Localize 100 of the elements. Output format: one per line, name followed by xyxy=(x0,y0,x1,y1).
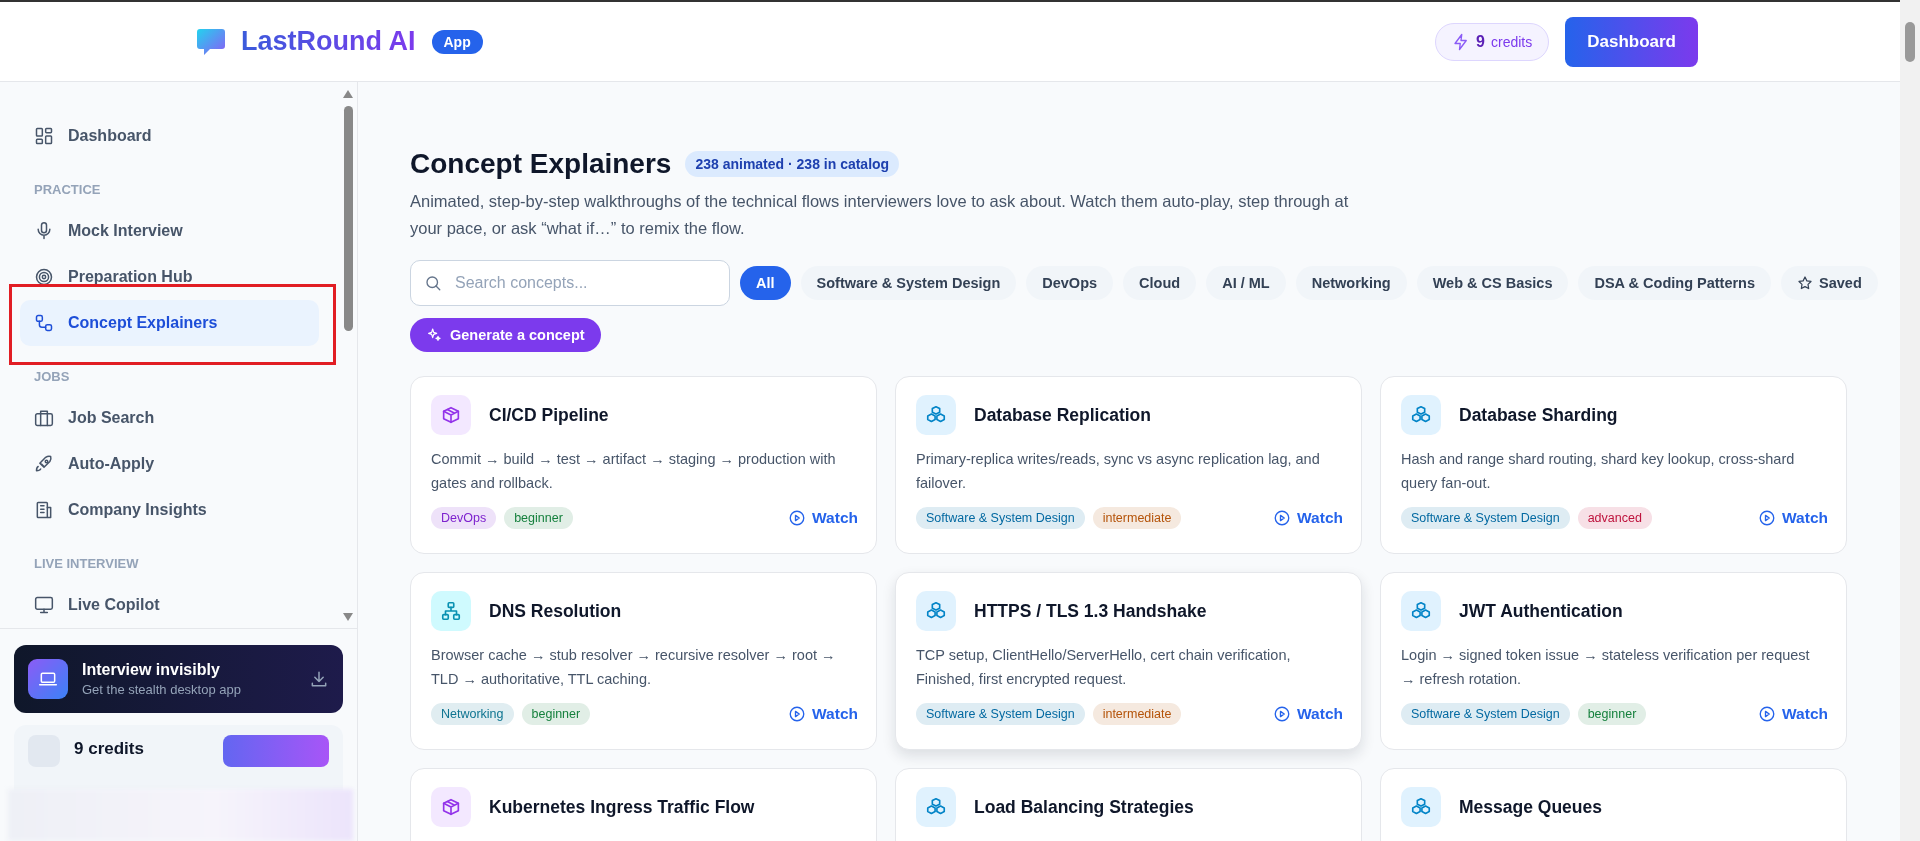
network-icon xyxy=(431,591,471,631)
watch-link[interactable]: Watch xyxy=(1273,509,1343,527)
target-icon xyxy=(34,267,54,287)
credits-pill[interactable]: 9 credits xyxy=(1435,22,1550,61)
card-description: Login → signed token issue → stateless verification per request → refresh rotation. xyxy=(1401,646,1811,689)
briefcase-icon xyxy=(34,408,54,428)
grid-icon xyxy=(34,126,54,146)
laptop-icon xyxy=(38,669,58,689)
play-icon xyxy=(1273,705,1292,723)
credits-count: 9 xyxy=(1476,32,1485,51)
tag: beginner xyxy=(521,703,591,725)
action-button[interactable] xyxy=(223,735,329,767)
filter-chip[interactable]: All xyxy=(740,266,791,300)
box-icon xyxy=(431,787,471,827)
card-title: CI/CD Pipeline xyxy=(489,404,609,426)
scrollbar[interactable] xyxy=(1900,0,1920,841)
play-icon xyxy=(1758,705,1777,723)
watch-link[interactable]: Watch xyxy=(1758,705,1828,723)
cubes-icon xyxy=(1401,787,1441,827)
concept-card[interactable]: Load Balancing Strategies xyxy=(895,768,1362,841)
star-icon xyxy=(1797,275,1814,291)
tag: beginner xyxy=(504,507,573,529)
tag: Networking xyxy=(431,703,514,725)
concept-card[interactable]: DNS Resolution Browser cache → stub resolver → recursive resolver → root → TLD → authoritative, TTL caching. Networking beginner Watch xyxy=(410,572,877,750)
card-description: Hash and range shard routing, shard key lookup, cross-shard query fan-out. xyxy=(1401,450,1796,493)
filter-chip[interactable]: AI / ML xyxy=(1206,266,1286,300)
sparkle-icon xyxy=(426,327,442,343)
card-title: HTTPS / TLS 1.3 Handshake xyxy=(974,600,1207,622)
tag: Software & System Design xyxy=(916,703,1085,725)
watch-link[interactable]: Watch xyxy=(1273,705,1343,723)
search-field[interactable]: Search concepts... xyxy=(410,260,730,306)
play-icon xyxy=(1758,509,1777,527)
sidebar-item[interactable]: Live Copilot xyxy=(20,582,319,628)
box-icon xyxy=(431,395,471,435)
section-heading: JOBS xyxy=(33,368,71,386)
play-icon xyxy=(788,705,807,723)
cubes-icon xyxy=(1401,395,1441,435)
filter-chip[interactable]: Networking xyxy=(1295,266,1407,300)
page-title: Concept Explainers xyxy=(410,148,672,180)
play-icon xyxy=(1273,509,1292,527)
cubes-icon xyxy=(916,395,956,435)
dashboard-button[interactable]: Dashboard xyxy=(1565,16,1698,67)
section-heading: LIVE INTERVIEW xyxy=(33,555,140,573)
promo-subtitle: Get the stealth desktop app xyxy=(82,682,242,697)
card-description: Browser cache → stub resolver → recursive resolver → root → TLD → authoritative, TTL caching. xyxy=(431,646,837,689)
card-title: DNS Resolution xyxy=(489,600,622,622)
card-description: TCP setup, ClientHello/ServerHello, cert chain verification, Finished, first encrypted request. xyxy=(916,646,1292,689)
download-icon xyxy=(309,669,329,689)
sidebar-item[interactable]: Dashboard xyxy=(20,113,319,159)
play-icon xyxy=(788,509,807,527)
card-title: Database Replication xyxy=(974,404,1151,426)
filter-chip[interactable]: Saved xyxy=(1781,266,1878,300)
monitor-icon xyxy=(34,595,54,615)
shapes-icon xyxy=(34,313,54,333)
concept-card[interactable]: Database Sharding Hash and range shard routing, shard key lookup, cross-shard query fan-out. Software & System Design advanced Watch xyxy=(1380,376,1847,554)
tag: Software & System Design xyxy=(1401,703,1570,725)
tag: beginner xyxy=(1577,703,1647,725)
tag: Software & System Design xyxy=(916,507,1085,529)
card-description: Commit → build → test → artifact → staging → production with gates and rollback. xyxy=(431,450,837,493)
tag: Software & System Design xyxy=(1401,507,1570,529)
credits-label: credits xyxy=(1490,33,1533,50)
tag: intermediate xyxy=(1092,703,1182,725)
card-title: Kubernetes Ingress Traffic Flow xyxy=(489,796,755,818)
microphone-icon xyxy=(34,221,54,241)
concept-card[interactable]: CI/CD Pipeline Commit → build → test → artifact → staging → production with gates and rollback. DevOps beginner Watch xyxy=(410,376,877,554)
card-title: JWT Authentication xyxy=(1459,600,1623,622)
cubes-icon xyxy=(916,787,956,827)
cubes-icon xyxy=(916,591,956,631)
filter-chip[interactable]: DevOps xyxy=(1026,266,1114,300)
app-badge: App xyxy=(431,29,483,54)
sidebar-item[interactable]: Mock Interview xyxy=(20,208,319,254)
promo-title: Interview invisibly xyxy=(82,661,221,679)
concept-card[interactable]: JWT Authentication Login → signed token issue → stateless verification per request → refresh rotation. Software & System Design beginner Watch xyxy=(1380,572,1847,750)
filter-chip[interactable]: DSA & Coding Patterns xyxy=(1578,266,1772,300)
watch-link[interactable]: Watch xyxy=(788,509,858,527)
section-heading: PRACTICE xyxy=(33,181,102,199)
card-description: Primary-replica writes/reads, sync vs async replication lag, and failover. xyxy=(916,450,1321,493)
card-title: Message Queues xyxy=(1459,796,1602,818)
filter-chip[interactable]: Software & System Design xyxy=(800,266,1017,300)
watch-link[interactable]: Watch xyxy=(788,705,858,723)
count-badge: 238 animated · 238 in catalog xyxy=(685,151,900,177)
concept-card[interactable]: Message Queues xyxy=(1380,768,1847,841)
credits-text: 9 credits xyxy=(74,738,145,759)
concept-card[interactable]: Database Replication Primary-replica writes/reads, sync vs async replication lag, and failover. Software & System Design intermediate Watch xyxy=(895,376,1362,554)
sidebar-item[interactable]: Company Insights xyxy=(20,487,319,533)
concept-card[interactable]: Kubernetes Ingress Traffic Flow xyxy=(410,768,877,841)
watch-link[interactable]: Watch xyxy=(1758,509,1828,527)
generate-button[interactable]: Generate a concept xyxy=(410,318,601,352)
building-icon xyxy=(34,500,54,520)
filter-chip[interactable]: Web & CS Basics xyxy=(1416,266,1569,300)
tag: advanced xyxy=(1577,507,1652,529)
filter-chip[interactable]: Cloud xyxy=(1123,266,1197,300)
page-description: Animated, step-by-step walkthroughs of the technical flows interviewers love to ask about. Watch them auto-play, step through at your pace, or ask “what if…” to remix the flow. xyxy=(410,191,1350,239)
card-title: Load Balancing Strategies xyxy=(974,796,1194,818)
promo-card[interactable]: Interview invisibly Get the stealth desktop app xyxy=(14,645,343,713)
sidebar-item[interactable]: Concept Explainers xyxy=(20,300,319,346)
sidebar-item[interactable]: Auto-Apply xyxy=(20,441,319,487)
sidebar-item[interactable]: Preparation Hub xyxy=(20,254,319,300)
sidebar-item[interactable]: Job Search xyxy=(20,395,319,441)
concept-card[interactable]: HTTPS / TLS 1.3 Handshake TCP setup, ClientHello/ServerHello, cert chain verification, Finished, first encrypted request. Software & System Design intermediate Watch xyxy=(895,572,1362,750)
